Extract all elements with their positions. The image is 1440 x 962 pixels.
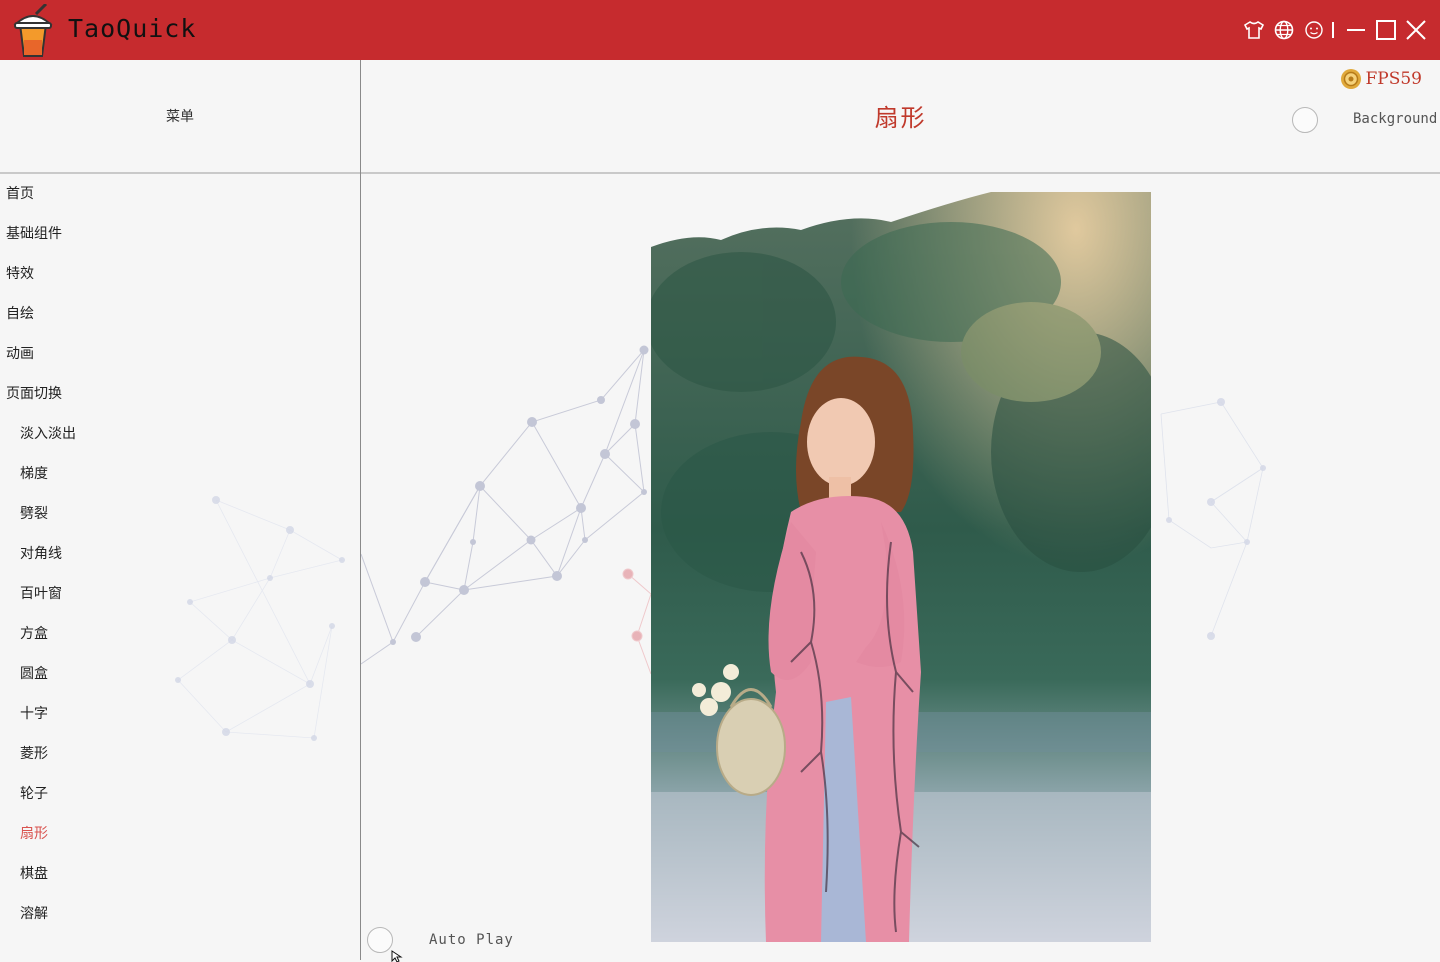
menu-item[interactable]: 圆盒 [0,654,360,694]
menu-item[interactable]: 自绘 [0,294,360,334]
menu-item[interactable]: 溶解 [0,894,360,934]
skin-icon[interactable] [1240,16,1268,44]
app-logo-icon [13,4,53,57]
menu-item[interactable]: 百叶窗 [0,574,360,614]
menu-item[interactable]: 扇形 [0,814,360,854]
menu-item[interactable]: 菱形 [0,734,360,774]
window-controls [1238,16,1430,44]
menu-item[interactable]: 十字 [0,694,360,734]
feedback-icon[interactable] [1300,16,1328,44]
menu-item[interactable]: 梯度 [0,454,360,494]
menu-item[interactable]: 轮子 [0,774,360,814]
menu-header: 菜单 [0,60,360,174]
menu-item[interactable]: 首页 [0,174,360,214]
content-area: 扇形 FPS59 Background Auto Play [361,60,1440,962]
minimize-icon[interactable] [1342,16,1370,44]
menu-item[interactable]: 对角线 [0,534,360,574]
menu-item[interactable]: 页面切换 [0,374,360,414]
sidebar-menu: 菜单 首页 基础组件 特效 自绘 动画 页面切换 淡入淡出 梯度 劈裂 对角线 百叶窗 方盒 圆盒 十字菱… [0,60,361,960]
app-title: TaoQuick [68,14,197,43]
menu-list: 首页 基础组件 特效 自绘 动画 页面切换 淡入淡出 梯度 劈裂 对角线 百叶窗 方盒 圆盒 十字 菱形 轮子… [0,174,360,934]
maximize-icon[interactable] [1372,16,1400,44]
fps-indicator: FPS59 [1340,68,1422,90]
background-radio[interactable] [1292,107,1318,133]
menu-item[interactable]: 劈裂 [0,494,360,534]
page-title: 扇形 [874,104,927,132]
portrait-photo-illustration [651,192,1151,942]
mouse-cursor-icon [391,950,403,962]
auto-play-radio[interactable] [367,927,393,953]
title-bar: TaoQuick [0,0,1440,60]
fps-label: FPS59 [1365,69,1422,89]
menu-item[interactable]: 动画 [0,334,360,374]
transition-photo [651,192,1151,942]
content-header: 扇形 FPS59 Background [361,60,1440,174]
language-icon[interactable] [1270,16,1298,44]
menu-item[interactable]: 基础组件 [0,214,360,254]
background-label: Background [1353,111,1438,127]
fps-icon [1341,69,1362,89]
titlebar-separator [1332,22,1334,38]
menu-item[interactable]: 棋盘 [0,854,360,894]
close-icon[interactable] [1402,16,1430,44]
auto-play-label: Auto Play [429,932,514,948]
menu-item[interactable]: 淡入淡出 [0,414,360,454]
menu-item[interactable]: 特效 [0,254,360,294]
menu-item[interactable]: 方盒 [0,614,360,654]
